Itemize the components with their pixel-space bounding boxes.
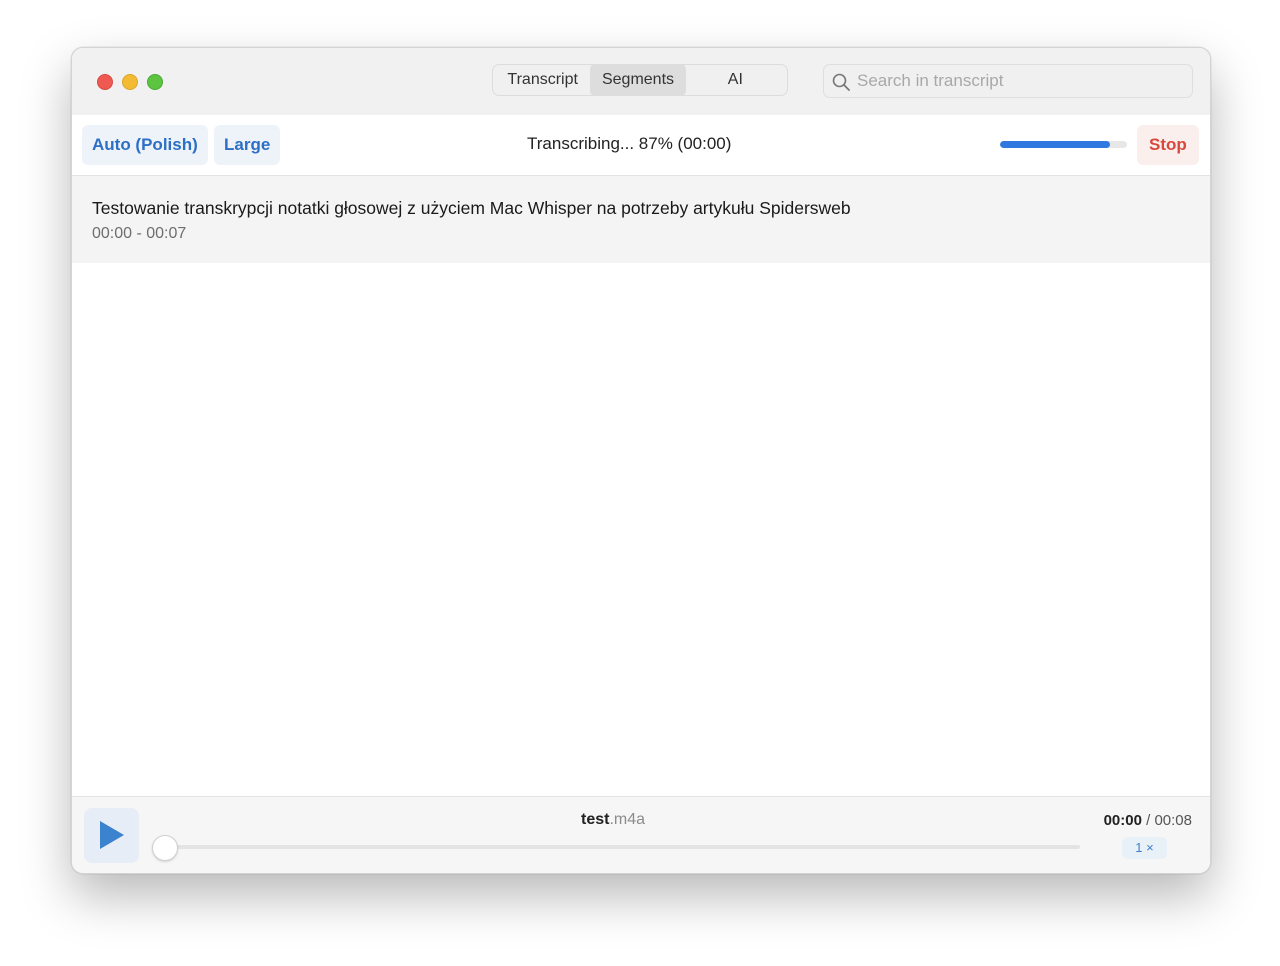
- close-window-button[interactable]: [97, 74, 113, 90]
- progress-fill: [1000, 141, 1111, 148]
- stop-button[interactable]: Stop: [1137, 125, 1199, 165]
- file-base-name: test: [581, 811, 610, 828]
- tab-transcript[interactable]: Transcript: [495, 64, 590, 96]
- playback-speed-button[interactable]: 1 ×: [1122, 837, 1167, 859]
- transcription-progress-bar: [1000, 141, 1127, 148]
- search-icon: [832, 73, 850, 91]
- model-button[interactable]: Large: [214, 125, 281, 165]
- search-field[interactable]: [823, 64, 1193, 98]
- minimize-window-button[interactable]: [122, 74, 138, 90]
- tab-segments[interactable]: Segments: [590, 64, 686, 96]
- file-name: test.m4a: [581, 811, 645, 829]
- maximize-window-button[interactable]: [147, 74, 163, 90]
- transcription-status: Transcribing... 87% (00:00): [527, 134, 732, 153]
- time-separator: /: [1141, 812, 1155, 829]
- playback-scrubber-knob[interactable]: [152, 835, 178, 861]
- play-icon: [100, 821, 124, 849]
- total-time: 00:08: [1154, 812, 1192, 829]
- tab-ai[interactable]: AI: [686, 64, 785, 96]
- playback-scrubber-track[interactable]: [160, 845, 1080, 849]
- playback-time: 00:00 / 00:08: [1104, 812, 1192, 829]
- current-time: 00:00: [1103, 812, 1142, 829]
- search-input[interactable]: [857, 65, 1177, 97]
- segment-list-item[interactable]: Testowanie transkrypcji notatki głosowej…: [72, 176, 1210, 263]
- file-extension: .m4a: [609, 811, 646, 828]
- audio-player: test.m4a 00:00 / 00:08 1 ×: [72, 796, 1210, 873]
- segment-time-range: 00:00 - 00:07: [92, 225, 187, 242]
- language-button[interactable]: Auto (Polish): [82, 125, 208, 165]
- view-segmented-control: Transcript Segments AI: [492, 64, 788, 96]
- app-window: Transcript Segments AI Auto (Polish) Lar…: [71, 47, 1211, 874]
- title-bar: Transcript Segments AI: [72, 48, 1210, 116]
- play-button[interactable]: [84, 808, 139, 863]
- segment-text: Testowanie transkrypcji notatki głosowej…: [92, 198, 851, 218]
- transcription-toolbar: Auto (Polish) Large Transcribing... 87% …: [72, 115, 1210, 176]
